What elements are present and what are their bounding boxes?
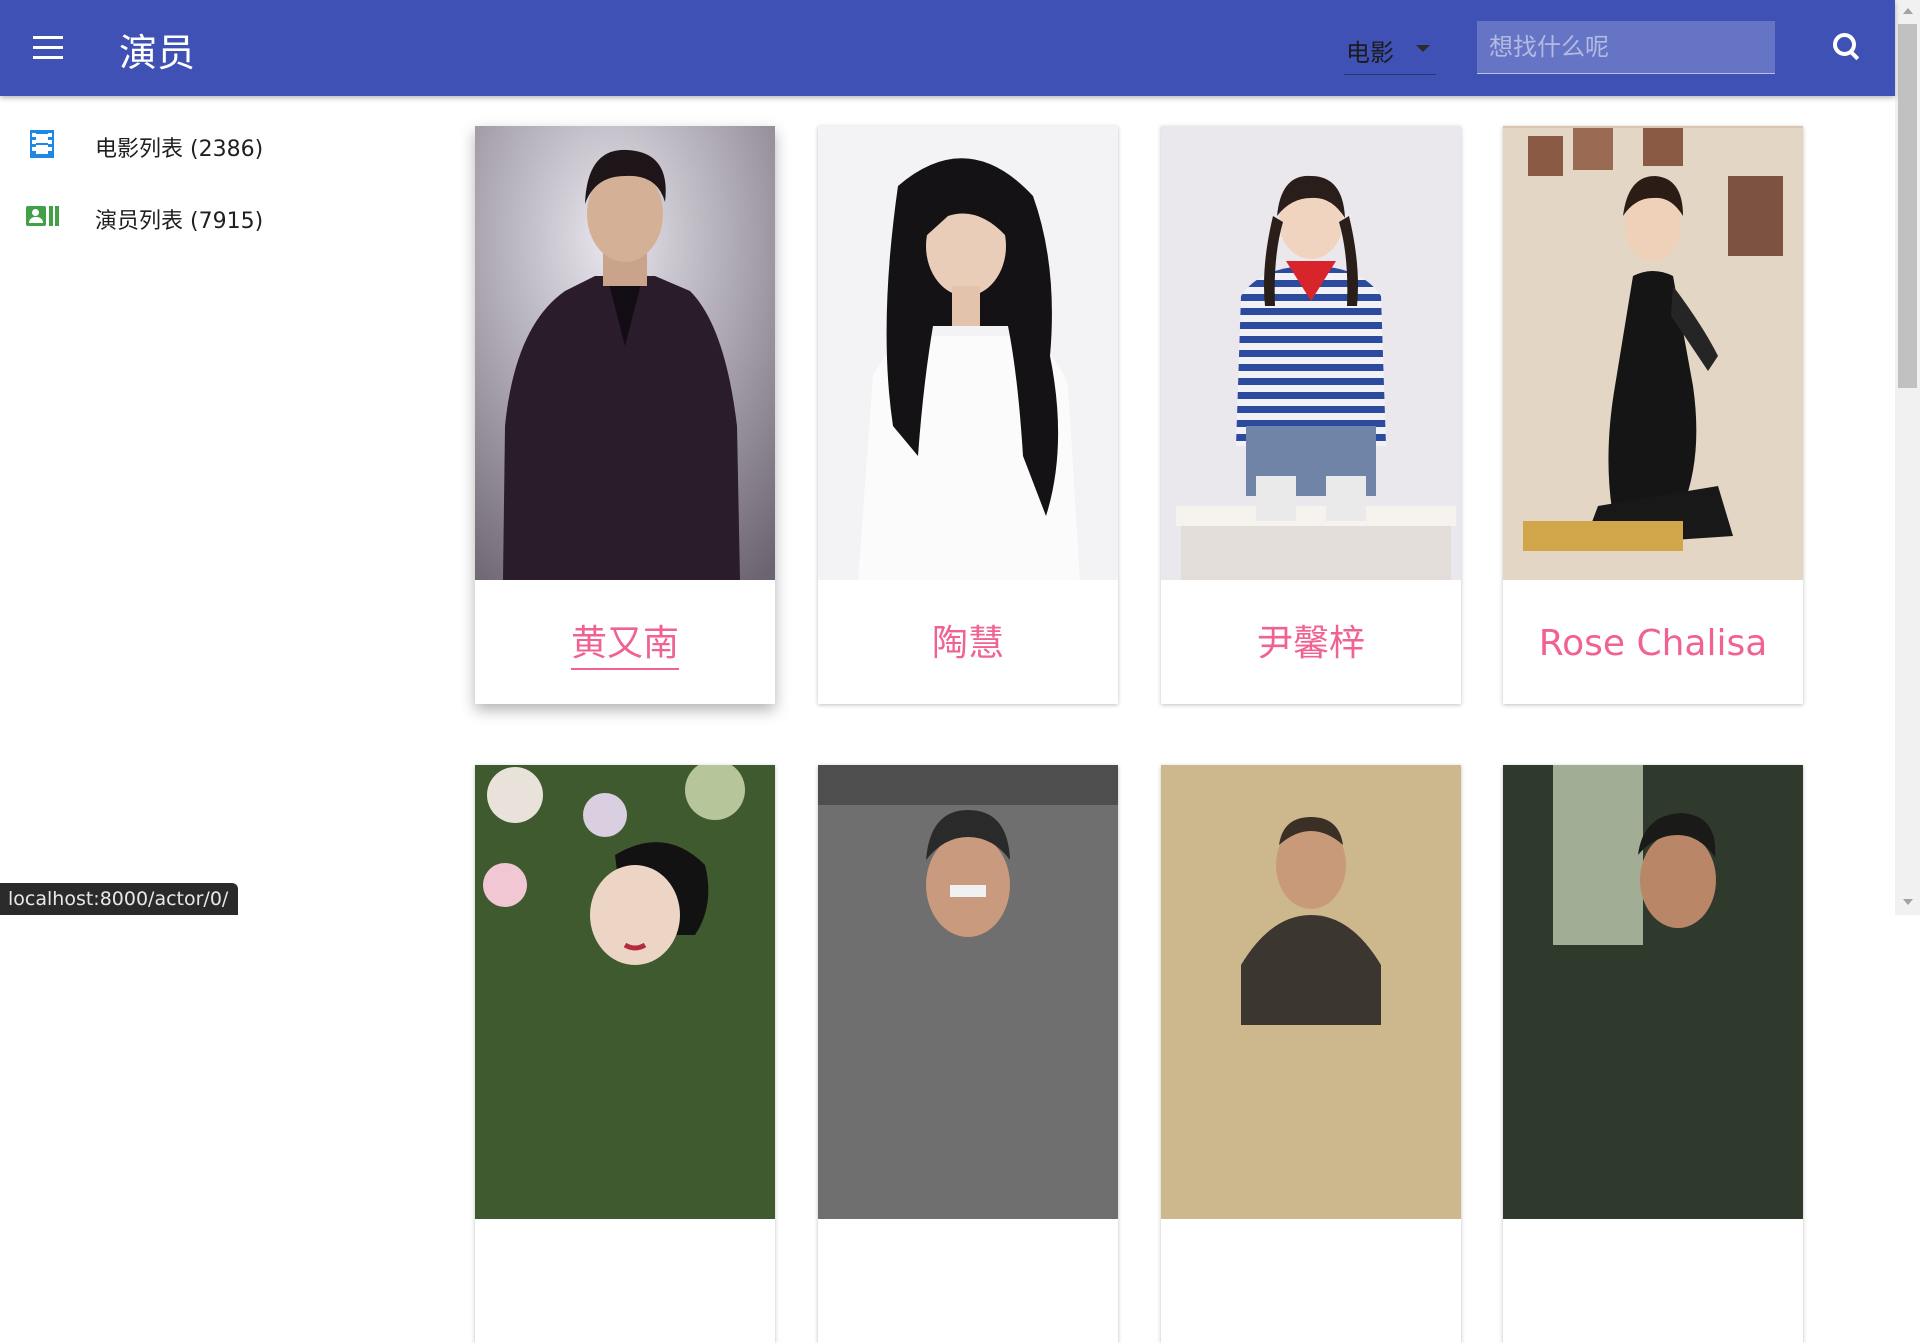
actor-name-link[interactable]: 陶慧	[932, 622, 1004, 666]
app-bar: 演员 电影	[0, 0, 1895, 96]
menu-icon[interactable]	[26, 26, 70, 70]
actor-photo	[1161, 126, 1461, 580]
actor-card[interactable]: 陶慧	[818, 126, 1118, 704]
actor-card[interactable]	[1503, 765, 1803, 1343]
actor-name-area: 黄又南	[475, 580, 775, 704]
sidebar-item-label: 演员列表 (7915)	[95, 209, 264, 234]
actor-card[interactable]	[475, 765, 775, 1343]
page-title: 演员	[119, 31, 196, 75]
actor-photo	[475, 765, 775, 1219]
scrollbar-thumb[interactable]	[1898, 24, 1917, 388]
actor-card[interactable]	[818, 765, 1118, 1343]
actor-name-link[interactable]: Rose Chalisa	[1539, 622, 1768, 666]
chevron-down-icon	[1416, 45, 1430, 52]
actor-name-area: Rose Chalisa	[1503, 580, 1803, 704]
actor-card[interactable]: 黄又南	[475, 126, 775, 704]
actor-name-area	[818, 1219, 1118, 1343]
actor-photo	[1161, 765, 1461, 1219]
scroll-up-arrow-icon[interactable]	[1903, 8, 1913, 14]
actor-name-area: 陶慧	[818, 580, 1118, 704]
actor-name-link[interactable]: 黄又南	[570, 622, 679, 670]
person-card-icon	[26, 200, 59, 232]
sidebar-item-movies[interactable]: 电影列表 (2386)	[0, 116, 420, 172]
actor-name-area	[475, 1219, 775, 1343]
actor-photo	[475, 126, 775, 580]
actor-name-area: 尹馨梓	[1161, 580, 1461, 704]
type-select[interactable]: 电影	[1344, 26, 1436, 75]
actor-card[interactable]: Rose Chalisa	[1503, 126, 1803, 704]
actor-card[interactable]	[1161, 765, 1461, 1343]
actor-photo	[1503, 126, 1803, 580]
actor-card[interactable]: 尹馨梓	[1161, 126, 1461, 704]
search-input[interactable]	[1477, 21, 1775, 73]
search-field	[1477, 21, 1775, 74]
search-icon[interactable]	[1826, 27, 1866, 67]
sidebar-item-actors[interactable]: 演员列表 (7915)	[0, 188, 420, 244]
sidebar-item-label: 电影列表 (2386)	[95, 137, 264, 162]
scroll-down-arrow-icon[interactable]	[1903, 899, 1913, 905]
status-url-tooltip: localhost:8000/actor/0/	[0, 883, 239, 915]
actor-name-area	[1503, 1219, 1803, 1343]
actor-name-area	[1161, 1219, 1461, 1343]
actor-photo	[818, 126, 1118, 580]
actor-photo	[1503, 765, 1803, 1219]
actor-photo	[818, 765, 1118, 1219]
type-select-value: 电影	[1346, 39, 1394, 67]
movie-film-icon	[26, 128, 58, 160]
actor-name-link[interactable]: 尹馨梓	[1257, 622, 1365, 666]
